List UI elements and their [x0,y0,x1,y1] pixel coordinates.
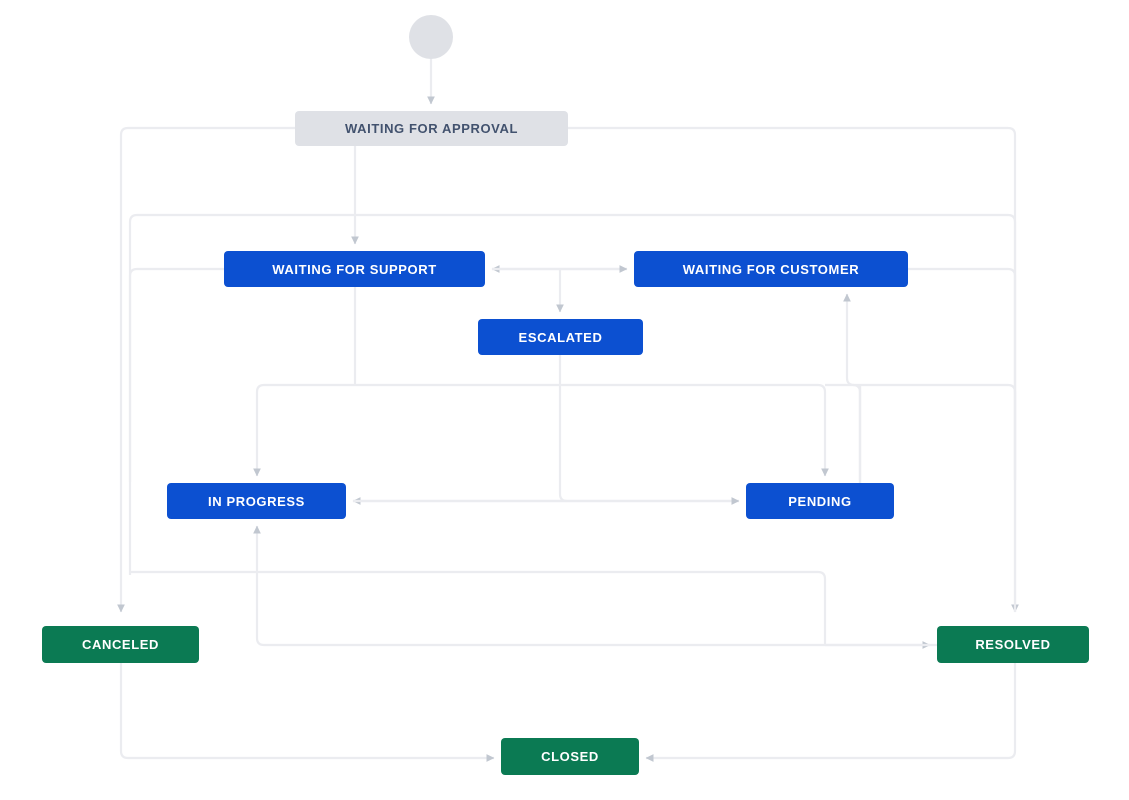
start-node-circle [409,15,453,59]
status-label-escalated: ESCALATED [518,329,603,345]
status-label-canceled: CANCELED [81,637,160,652]
status-label-in-progress: IN PROGRESS [208,493,305,509]
status-label-waiting-for-customer: WAITING FOR CUSTOMER [682,261,860,277]
status-label-waiting-for-support: WAITING FOR SUPPORT [272,261,437,277]
edge-bus-top-left-leg [264,383,829,477]
edge-escalated-to-lower-bus [558,355,568,503]
edge-bus-to-in-progress [253,383,265,477]
status-node-waiting-for-support[interactable]: WAITING FOR SUPPORT [224,251,485,287]
status-label-pending: PENDING [788,493,852,509]
edge-lower-bus-to-in-progress [253,525,1008,647]
status-node-in-progress[interactable]: IN PROGRESS [167,483,346,519]
status-node-waiting-for-customer[interactable]: WAITING FOR CUSTOMER [634,251,908,287]
status-node-waiting-for-approval[interactable]: WAITING FOR APPROVAL [295,111,568,146]
status-node-pending[interactable]: PENDING [746,483,894,519]
status-node-canceled[interactable]: CANCELED [42,626,199,663]
edge-approval-to-canceled [117,126,295,613]
edge-customer-to-right-bus [908,267,1017,612]
status-node-resolved[interactable]: RESOLVED [937,626,1089,663]
edge-bus-right-corner [825,383,1017,480]
workflow-diagram-canvas: WAITING FOR APPROVAL WAITING FOR SUPPORT… [0,0,1129,800]
edge-pending-up-to-customer [843,293,862,483]
edge-left-bus-to-support [128,267,224,575]
status-label-waiting-for-approval: WAITING FOR APPROVAL [344,121,519,136]
status-node-escalated[interactable]: ESCALATED [478,319,643,355]
status-label-closed: CLOSED [541,749,599,764]
edge-lower-bus-to-resolved [130,570,931,649]
edge-resolved-to-closed [645,663,1017,762]
status-node-closed[interactable]: CLOSED [501,738,639,775]
edge-approval-to-resolved [568,126,1019,613]
status-label-resolved: RESOLVED [975,637,1051,652]
edge-canceled-to-closed [119,663,495,762]
